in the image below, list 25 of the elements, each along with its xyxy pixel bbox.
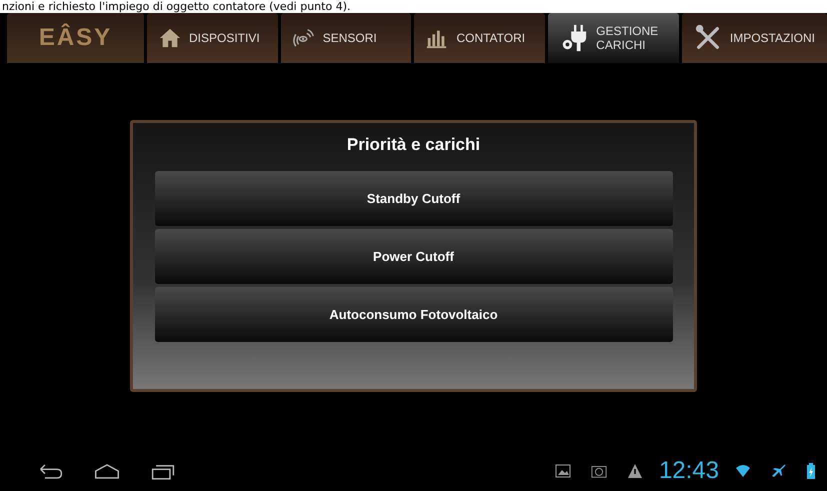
document-text: nzioni e richiesto l'impiego di oggetto contatore (vedi punto 4). [0,0,827,13]
nav-tab[interactable]: SENSORI [280,13,412,63]
nav-tab[interactable]: IMPOSTAZIONI [682,13,827,63]
warning-icon [626,463,643,479]
tools-icon [694,24,722,52]
home-icon[interactable] [94,462,120,480]
menu-button[interactable]: Power Cutoff [154,229,672,284]
nav-tab[interactable]: DISPOSITIVI [147,13,278,63]
menu-button[interactable]: Autoconsumo Fotovoltaico [154,287,672,342]
nav-tab[interactable]: GESTIONE CARICHI [548,13,679,63]
camera-icon [590,463,607,479]
back-icon[interactable] [38,462,64,480]
logo: EÂSY [7,13,144,63]
sensor-icon [292,27,315,49]
menu-button[interactable]: Standby Cutoff [154,171,672,226]
recent-apps-icon[interactable] [150,462,176,480]
clock: 12:43 [658,457,719,485]
image-icon [554,463,571,479]
plug-gear-icon [560,24,588,52]
wifi-icon [735,463,751,479]
airplane-icon [771,463,787,479]
house-icon [159,27,181,49]
battery-icon [807,463,815,479]
nav-tab[interactable]: CONTATORI [414,13,546,63]
panel-title: Priorità e carichi [346,135,480,155]
